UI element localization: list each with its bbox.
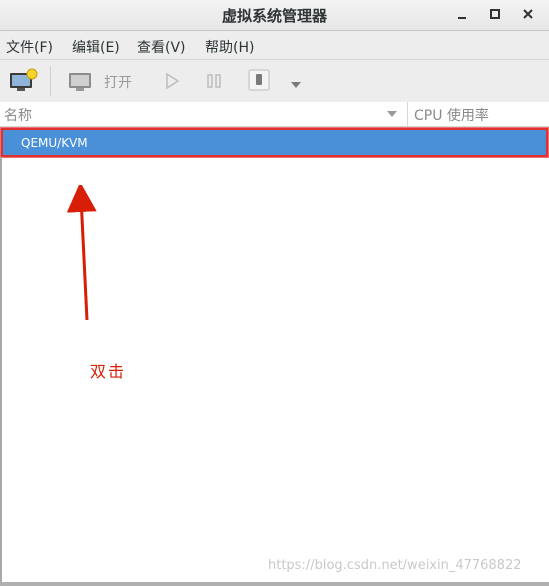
annotation-text: 双击 <box>90 362 127 381</box>
power-icon <box>248 69 270 91</box>
open-button[interactable]: 打开 <box>66 68 132 94</box>
monitor-icon <box>69 73 91 91</box>
pause-icon <box>207 74 221 88</box>
column-divider <box>407 102 408 126</box>
connection-label: QEMU/KVM <box>21 136 88 150</box>
dropdown-icon <box>291 82 301 88</box>
menu-file[interactable]: 文件(F) <box>6 37 53 57</box>
minimize-icon <box>458 17 466 19</box>
close-icon <box>523 9 533 19</box>
maximize-icon <box>490 9 500 19</box>
run-button[interactable] <box>163 72 181 94</box>
menu-view[interactable]: 查看(V) <box>137 37 186 57</box>
new-vm-button[interactable] <box>8 68 38 98</box>
annotation-arrow-icon <box>66 185 97 321</box>
column-header: 名称 CPU 使用率 <box>0 102 549 127</box>
column-cpu-usage[interactable]: CPU 使用率 <box>414 105 489 125</box>
play-icon <box>166 72 180 90</box>
toolbar: 打开 <box>0 60 549 103</box>
toolbar-separator <box>50 66 51 96</box>
menu-help[interactable]: 帮助(H) <box>205 37 254 57</box>
sort-chevron-down-icon[interactable] <box>386 110 398 118</box>
watermark: https://blog.csdn.net/weixin_47768822 <box>268 558 522 573</box>
shutdown-menu-button[interactable] <box>289 75 303 94</box>
connection-row-qemu-kvm[interactable]: QEMU/KVM <box>1 128 548 157</box>
column-name[interactable]: 名称 <box>4 105 32 125</box>
pause-button[interactable] <box>205 72 223 94</box>
window-left-edge <box>0 157 2 586</box>
new-vm-icon <box>10 68 38 91</box>
menu-edit[interactable]: 编辑(E) <box>72 37 120 57</box>
menu-bar: 文件(F) 编辑(E) 查看(V) 帮助(H) <box>0 31 549 60</box>
shutdown-button[interactable] <box>248 69 270 95</box>
close-button[interactable] <box>518 4 538 24</box>
open-label: 打开 <box>104 75 132 91</box>
window-bottom-edge <box>0 582 549 586</box>
title-bar: 虚拟系统管理器 <box>0 0 549 31</box>
maximize-button[interactable] <box>485 4 505 24</box>
minimize-button[interactable] <box>452 4 472 24</box>
